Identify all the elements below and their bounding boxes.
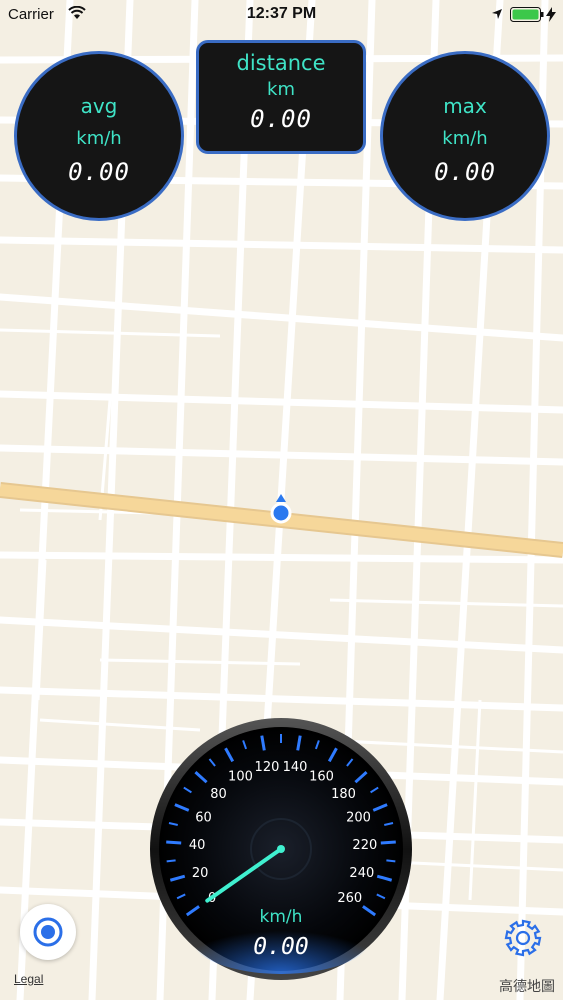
gauge-tick [380, 840, 396, 845]
settings-button[interactable] [500, 915, 546, 961]
map-credit: 高德地圖 [499, 979, 555, 995]
gauge-tick [386, 859, 396, 863]
gauge-tick-label: 160 [309, 769, 334, 784]
gauge-tick [166, 859, 176, 863]
avg-speed-panel: avg km/h 0.00 [14, 51, 184, 221]
avg-value: 0.00 [68, 158, 130, 186]
status-time: 12:37 PM [246, 5, 317, 22]
speedometer-unit: km/h [260, 907, 303, 927]
gauge-tick-label: 120 [255, 760, 280, 775]
max-label: max [443, 94, 487, 118]
gauge-tick-label: 60 [195, 811, 212, 826]
legal-link[interactable]: Legal [14, 972, 43, 986]
gear-icon [504, 919, 542, 957]
locate-icon [33, 917, 63, 947]
gauge-tick-label: 20 [192, 866, 209, 881]
gauge-tick-label: 40 [189, 838, 206, 853]
avg-unit: km/h [76, 128, 122, 149]
avg-label: avg [80, 94, 118, 118]
distance-label: distance [236, 51, 326, 75]
battery-icon [510, 7, 544, 22]
gauge-tick-label: 180 [331, 787, 356, 802]
locate-button[interactable] [20, 904, 76, 960]
gauge-tick-label: 220 [352, 838, 377, 853]
gauge-tick [166, 840, 182, 845]
charging-icon [546, 7, 556, 22]
gauge-tick-label: 140 [283, 760, 308, 775]
gauge-tick-label: 100 [228, 769, 253, 784]
distance-panel: distance km 0.00 [196, 40, 366, 154]
speedometer-value: 0.00 [253, 934, 308, 960]
location-arrow-icon [492, 9, 502, 19]
speedometer: 020406080100120140160180200220240260 km/… [150, 718, 412, 980]
needle-hub [277, 845, 285, 853]
gauge-tick-label: 240 [349, 866, 374, 881]
max-speed-panel: max km/h 0.00 [380, 51, 550, 221]
gauge-tick-label: 200 [346, 811, 371, 826]
max-value: 0.00 [434, 158, 496, 186]
gauge-tick-label: 260 [337, 891, 362, 906]
gauge-tick-label: 80 [210, 787, 227, 802]
status-bar: Carrier 12:37 PM [0, 0, 563, 30]
distance-unit: km [267, 79, 295, 100]
distance-value: 0.00 [250, 105, 312, 133]
max-unit: km/h [442, 128, 488, 149]
